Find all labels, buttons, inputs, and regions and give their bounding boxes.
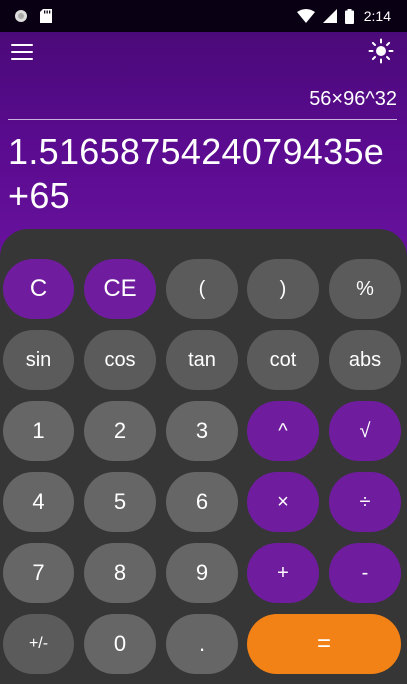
- power-button[interactable]: ^: [247, 401, 319, 461]
- digit-1-button[interactable]: 1: [3, 401, 74, 461]
- divide-button[interactable]: ÷: [329, 472, 401, 532]
- digit-5-button[interactable]: 5: [84, 472, 156, 532]
- plus-button[interactable]: +: [247, 543, 319, 603]
- percent-button[interactable]: %: [329, 259, 401, 319]
- clear-button[interactable]: C: [3, 259, 74, 319]
- wifi-icon: [296, 9, 315, 23]
- close-paren-button[interactable]: ): [247, 259, 319, 319]
- equals-button[interactable]: =: [247, 614, 401, 674]
- battery-icon: [344, 8, 354, 24]
- status-bar-left: [14, 9, 52, 23]
- digit-6-button[interactable]: 6: [166, 472, 238, 532]
- decimal-button[interactable]: .: [166, 614, 238, 674]
- multiply-button[interactable]: ×: [247, 472, 319, 532]
- digit-4-button[interactable]: 4: [3, 472, 74, 532]
- expression-display: 56×96^32: [309, 88, 397, 110]
- digit-2-button[interactable]: 2: [84, 401, 156, 461]
- status-bar: 2:14: [0, 0, 407, 32]
- digit-9-button[interactable]: 9: [166, 543, 238, 603]
- digit-8-button[interactable]: 8: [84, 543, 156, 603]
- negate-button[interactable]: +/-: [3, 614, 74, 674]
- sd-card-icon: [40, 9, 52, 23]
- digit-7-button[interactable]: 7: [3, 543, 74, 603]
- display-divider: [8, 119, 397, 120]
- digit-3-button[interactable]: 3: [166, 401, 238, 461]
- cellular-signal-icon: [322, 9, 337, 23]
- status-bar-right: 2:14: [296, 8, 391, 24]
- result-display: 1.5165875424079435e+65: [8, 131, 385, 216]
- digit-0-button[interactable]: 0: [84, 614, 156, 674]
- theme-toggle-icon[interactable]: [368, 38, 394, 64]
- sin-button[interactable]: sin: [3, 330, 74, 390]
- abs-button[interactable]: abs: [329, 330, 401, 390]
- minus-button[interactable]: -: [329, 543, 401, 603]
- keypad: C CE ( ) % sin cos tan cot abs 1 2 3 ^ √…: [0, 229, 407, 684]
- clear-entry-button[interactable]: CE: [84, 259, 156, 319]
- open-paren-button[interactable]: (: [166, 259, 238, 319]
- status-time: 2:14: [363, 8, 391, 24]
- notification-circle-icon: [15, 10, 27, 22]
- menu-icon[interactable]: [11, 44, 33, 60]
- cot-button[interactable]: cot: [247, 330, 319, 390]
- sqrt-button[interactable]: √: [329, 401, 401, 461]
- tan-button[interactable]: tan: [166, 330, 238, 390]
- cos-button[interactable]: cos: [84, 330, 156, 390]
